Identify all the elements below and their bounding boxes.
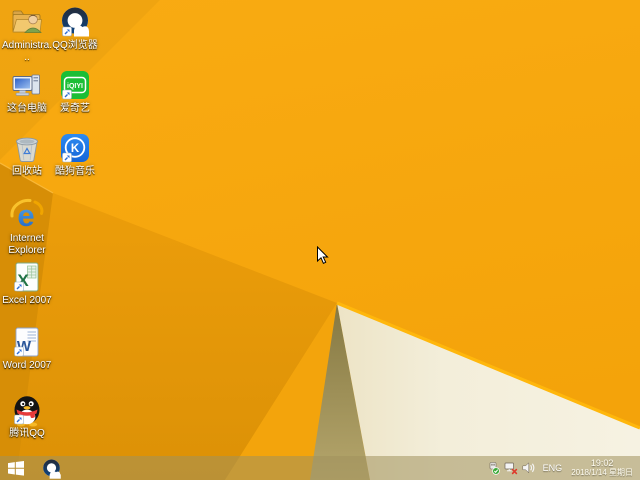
desktop-icon-this-pc[interactable]: 这台电脑 [1,68,53,115]
mouse-cursor-icon [317,246,329,264]
desktop-icon-internet-explorer[interactable]: e Internet Explorer [1,196,53,257]
desktop-icon-label: 腾讯QQ [9,428,45,439]
shortcut-arrow-icon [62,26,72,37]
svg-text:iQIYI: iQIYI [67,83,83,90]
desktop-icon-label: Word 2007 [2,360,52,371]
desktop-icon-label: 回收站 [12,166,42,177]
qq-browser-icon [62,7,89,37]
this-pc-icon [12,74,40,96]
word-icon: W [14,327,39,357]
usb-safely-remove-icon[interactable] [487,461,500,475]
system-tray: ENG 19:02 2018/1/14 星期日 [487,456,640,480]
network-disconnected-icon[interactable] [504,461,518,475]
taskbar-pinned-qq-browser[interactable] [36,456,66,480]
taskbar: ENG 19:02 2018/1/14 星期日 [0,456,640,480]
shortcut-arrow-icon [14,414,24,425]
svg-text:K: K [71,143,80,155]
desktop-icon-kugou-music[interactable]: K 酷狗音乐 [49,131,101,178]
desktop-icon-label: Excel 2007 [2,295,52,306]
desktop-icon-tencent-qq[interactable]: 腾讯QQ [1,393,53,440]
tencent-qq-icon [14,396,40,427]
user-folder-icon [12,10,42,33]
shortcut-arrow-icon [62,152,72,163]
iqiyi-icon: iQIYI [61,71,89,100]
tray-clock[interactable]: 19:02 2018/1/14 星期日 [571,458,635,477]
qq-browser-icon [42,459,61,479]
desktop-icon-word-2007[interactable]: W Word 2007 [1,325,53,372]
start-button[interactable] [0,456,32,480]
desktop[interactable]: Administra... 这台电脑 回收站 e Internet Explor… [0,0,640,480]
desktop-icon-label: Internet Explorer [8,233,46,256]
shortcut-arrow-icon [62,89,72,100]
desktop-icon-administrator[interactable]: Administra... [1,5,53,64]
desktop-icon-label: 酷狗音乐 [55,166,95,177]
windows-start-icon [8,460,24,476]
desktop-icon-recycle-bin[interactable]: 回收站 [1,131,53,178]
shortcut-arrow-icon [14,281,24,292]
desktop-icon-label: QQ浏览器 [52,40,98,51]
internet-explorer-icon: e [10,198,44,232]
desktop-icon-label: 这台电脑 [7,103,47,114]
desktop-icon-label: 爱奇艺 [60,103,90,114]
shortcut-arrow-icon [14,346,24,357]
desktop-icon-excel-2007[interactable]: X Excel 2007 [1,260,53,307]
recycle-bin-icon [16,137,38,162]
kugou-music-icon: K [61,134,89,163]
tray-date: 2018/1/14 星期日 [571,467,633,477]
desktop-icon-qq-browser[interactable]: QQ浏览器 [49,5,101,52]
desktop-icon-iqiyi[interactable]: iQIYI 爱奇艺 [49,68,101,115]
desktop-icon-label: Administra... [1,40,52,63]
excel-icon: X [14,262,39,292]
volume-icon[interactable] [522,461,535,475]
language-indicator[interactable]: ENG [543,463,563,473]
